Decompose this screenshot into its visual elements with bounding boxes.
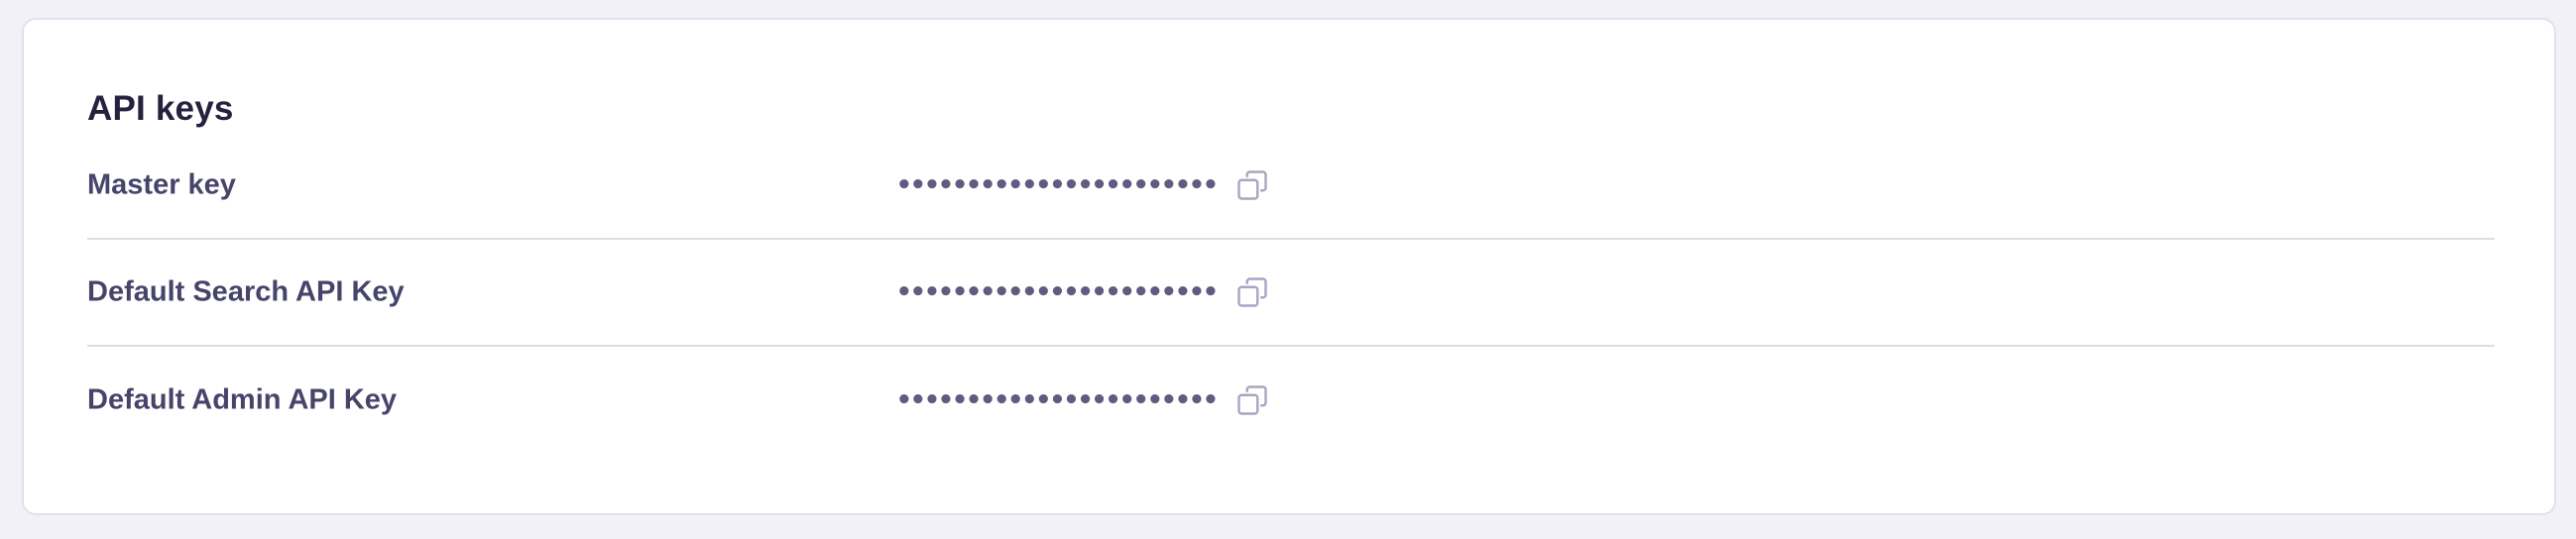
api-key-label: Master key [87, 168, 236, 201]
api-keys-list: Master key ••••••••••••••••••••••• Defau… [87, 133, 2495, 454]
masked-key: ••••••••••••••••••••••• [896, 385, 1219, 415]
api-key-value: ••••••••••••••••••••••• [896, 380, 1272, 420]
api-key-value: ••••••••••••••••••••••• [896, 165, 1272, 205]
copy-icon[interactable] [1232, 272, 1272, 312]
masked-key: ••••••••••••••••••••••• [896, 170, 1219, 200]
section-title: API keys [87, 89, 234, 128]
api-key-row-master: Master key ••••••••••••••••••••••• [87, 133, 2495, 240]
api-key-label: Default Admin API Key [87, 383, 398, 416]
api-key-value: ••••••••••••••••••••••• [896, 272, 1272, 312]
api-key-row-search: Default Search API Key •••••••••••••••••… [87, 240, 2495, 347]
copy-icon[interactable] [1232, 165, 1272, 205]
api-keys-card: API keys Master key ••••••••••••••••••••… [22, 18, 2556, 515]
masked-key: ••••••••••••••••••••••• [896, 277, 1219, 307]
api-key-row-admin: Default Admin API Key ••••••••••••••••••… [87, 347, 2495, 454]
copy-icon[interactable] [1232, 380, 1272, 420]
api-key-label: Default Search API Key [87, 275, 405, 308]
